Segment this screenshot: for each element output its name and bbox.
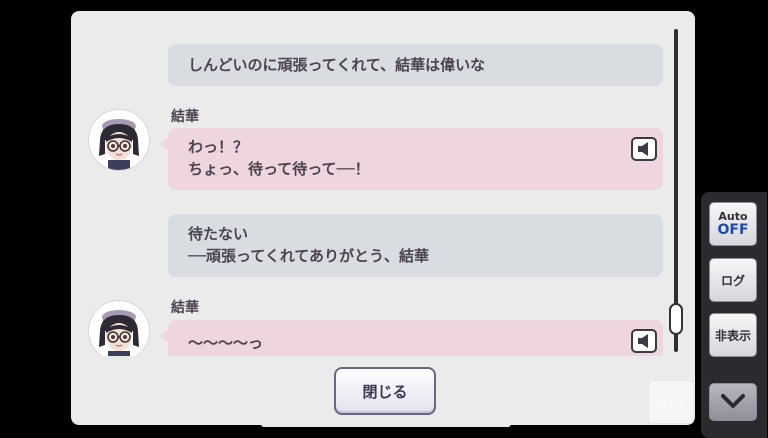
close-button[interactable]: 閉じる — [334, 367, 436, 415]
hide-button[interactable]: 非表示 — [709, 313, 757, 357]
side-menu: Auto OFF ログ 非表示 — [701, 192, 767, 438]
auto-button[interactable]: Auto OFF — [709, 202, 757, 246]
character-avatar — [89, 301, 149, 356]
chevron-down-icon — [721, 394, 745, 408]
log-list[interactable]: しんどいのに頑張ってくれて、結華は偉いな 結華 わっ！？ ちょっ、待って待って─… — [71, 11, 671, 356]
panel-tab — [261, 423, 511, 427]
log-panel: しんどいのに頑張ってくれて、結華は偉いな 結華 わっ！？ ちょっ、待って待って─… — [71, 11, 695, 427]
yuika-portrait-icon — [89, 301, 149, 356]
yuika-portrait-icon — [89, 110, 149, 170]
message-line: 待たない — [188, 225, 249, 243]
scroll-down-button[interactable] — [709, 383, 757, 421]
message-line: ──頑張ってくれてありがとう、結華 — [188, 247, 429, 265]
scrollbar-thumb[interactable] — [669, 303, 683, 335]
skip-toggle[interactable]: SKIP OFF — [648, 380, 694, 424]
voice-play-button[interactable] — [631, 137, 657, 161]
auto-state: OFF — [717, 221, 749, 238]
message-line: 〜〜〜〜っ — [188, 334, 264, 352]
player-message: しんどいのに頑張ってくれて、結華は偉いな — [168, 44, 663, 86]
auto-label: Auto — [718, 209, 748, 223]
player-message: 待たない ──頑張ってくれてありがとう、結華 — [168, 214, 663, 277]
character-avatar — [89, 110, 149, 170]
speaker-icon — [638, 142, 648, 156]
skip-state: OFF — [655, 397, 687, 413]
voice-play-button[interactable] — [631, 329, 657, 353]
speaker-name: 結華 — [171, 300, 199, 316]
hide-label: 非表示 — [714, 328, 751, 343]
skip-label: SKIP — [661, 385, 681, 393]
speaker-icon — [638, 334, 648, 348]
message-line: しんどいのに頑張ってくれて、結華は偉いな — [188, 56, 486, 74]
message-line: わっ！？ — [188, 138, 249, 156]
character-message: わっ！？ ちょっ、待って待って──！ — [160, 128, 663, 190]
log-button[interactable]: ログ — [709, 258, 757, 302]
message-line: ちょっ、待って待って──！ — [188, 160, 370, 178]
speaker-name: 結華 — [171, 109, 199, 125]
character-message: 〜〜〜〜っ — [160, 320, 663, 356]
log-label: ログ — [720, 273, 745, 288]
